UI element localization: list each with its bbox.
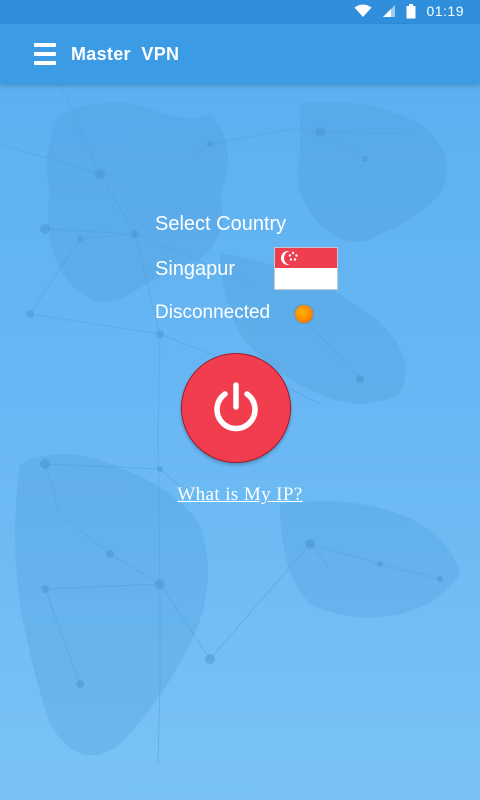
select-country-label[interactable]: Select Country bbox=[155, 213, 286, 236]
status-bar: 01:19 bbox=[0, 0, 480, 24]
app-bar: Master VPN bbox=[0, 24, 480, 84]
what-is-my-ip-link[interactable]: What is My IP? bbox=[0, 484, 480, 506]
app-title: Master VPN bbox=[71, 44, 180, 64]
signal-icon bbox=[383, 5, 396, 17]
power-icon bbox=[214, 382, 258, 432]
wifi-icon bbox=[354, 4, 372, 17]
status-time: 01:19 bbox=[426, 3, 464, 19]
country-name[interactable]: Singapur bbox=[155, 258, 235, 281]
battery-icon bbox=[406, 3, 416, 18]
status-indicator-dot bbox=[295, 305, 313, 323]
connect-button[interactable] bbox=[181, 353, 291, 463]
hamburger-menu-icon bbox=[30, 43, 60, 65]
menu-button[interactable] bbox=[30, 41, 60, 67]
connection-status: Disconnected bbox=[155, 302, 271, 323]
singapore-flag-icon[interactable] bbox=[274, 247, 338, 290]
